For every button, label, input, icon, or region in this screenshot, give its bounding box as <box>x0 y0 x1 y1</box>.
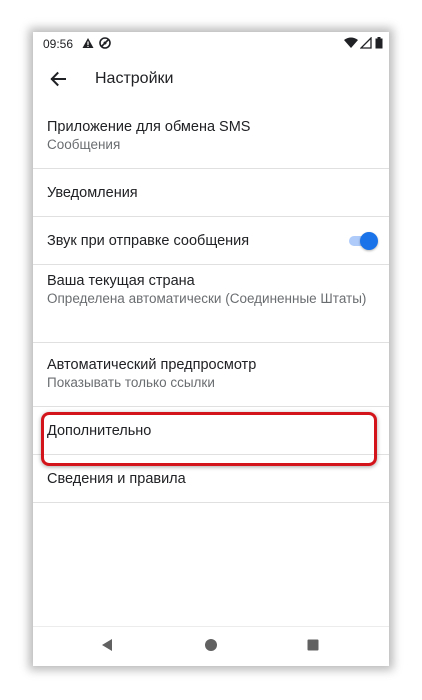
settings-list: Приложение для обмена SMS Сообщения Увед… <box>33 112 389 503</box>
nav-home-button[interactable] <box>197 633 225 661</box>
home-circle-icon <box>204 638 218 657</box>
settings-item-title: Уведомления <box>47 185 138 201</box>
settings-item-advanced[interactable]: Дополнительно <box>33 407 389 455</box>
arrow-back-icon <box>49 70 67 93</box>
settings-item-send-sound[interactable]: Звук при отправке сообщения <box>33 217 389 265</box>
send-sound-toggle[interactable] <box>349 232 378 250</box>
settings-item-country[interactable]: Ваша текущая страна Определена автоматич… <box>33 265 389 343</box>
back-button[interactable] <box>43 66 73 96</box>
battery-icon <box>375 37 383 49</box>
settings-item-auto-preview[interactable]: Автоматический предпросмотр Показывать т… <box>33 343 389 407</box>
status-time: 09:56 <box>43 37 74 51</box>
phone-screen: 09:56 Настройки Приложение для обмена SM… <box>33 32 389 666</box>
settings-item-subtitle: Сообщения <box>47 137 121 152</box>
nav-bar <box>33 626 389 666</box>
settings-item-about[interactable]: Сведения и правила <box>33 455 389 503</box>
nav-recents-button[interactable] <box>299 633 327 661</box>
settings-item-notifications[interactable]: Уведомления <box>33 169 389 217</box>
settings-item-title: Сведения и правила <box>47 471 186 487</box>
back-triangle-icon <box>100 638 114 657</box>
settings-item-title: Приложение для обмена SMS <box>47 119 251 135</box>
nav-back-button[interactable] <box>93 633 121 661</box>
do-not-disturb-icon <box>99 37 111 49</box>
toggle-thumb <box>360 232 378 250</box>
settings-item-subtitle: Показывать только ссылки <box>47 375 215 390</box>
wifi-icon <box>344 37 358 49</box>
warning-icon <box>82 37 94 49</box>
settings-item-title: Дополнительно <box>47 423 152 439</box>
recents-square-icon <box>306 638 320 657</box>
settings-item-sms-app[interactable]: Приложение для обмена SMS Сообщения <box>33 112 389 169</box>
page-title: Настройки <box>95 70 174 87</box>
settings-item-subtitle: Определена автоматически (Соединенные Шт… <box>47 291 367 306</box>
app-bar: Настройки <box>33 56 389 112</box>
page: 09:56 Настройки Приложение для обмена SM… <box>0 0 422 700</box>
settings-item-title: Звук при отправке сообщения <box>47 233 250 249</box>
settings-item-title: Ваша текущая страна <box>47 273 195 289</box>
settings-item-title: Автоматический предпросмотр <box>47 357 257 373</box>
status-bar: 09:56 <box>33 32 389 56</box>
signal-icon <box>359 36 372 49</box>
